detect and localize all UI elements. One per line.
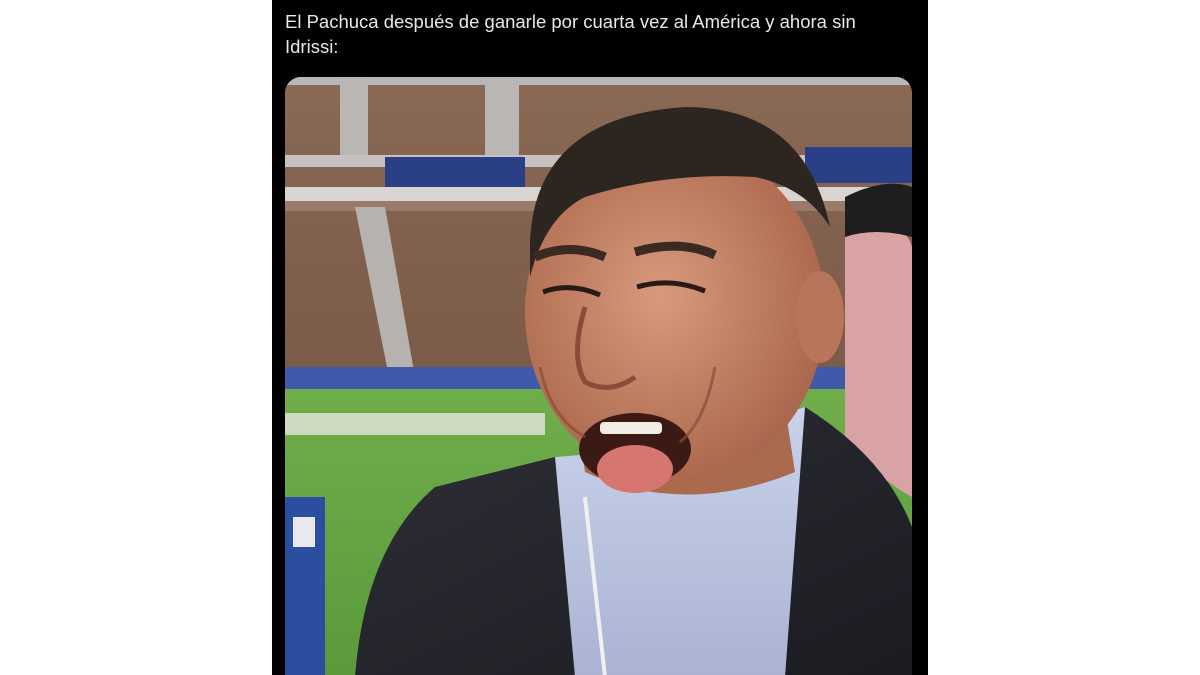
tongue [597, 445, 673, 493]
meme-photo-illustration [285, 77, 912, 675]
page: El Pachuca después de ganarle por cuarta… [0, 0, 1200, 675]
tweet-media-photo[interactable] [285, 77, 912, 675]
tweet-text: El Pachuca después de ganarle por cuarta… [285, 11, 856, 57]
tweet-post: El Pachuca después de ganarle por cuarta… [272, 0, 928, 675]
stadium-banner [385, 157, 525, 189]
